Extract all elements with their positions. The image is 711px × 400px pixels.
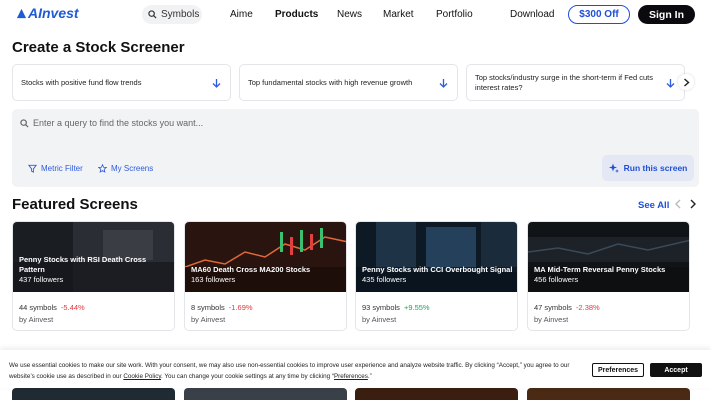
suggestion-text: Top fundamental stocks with high revenue…	[248, 77, 413, 87]
run-screen-button[interactable]: Run this screen	[602, 155, 694, 181]
metric-filter-label: Metric Filter	[41, 164, 83, 173]
query-placeholder: Enter a query to find the stocks you wan…	[33, 118, 204, 128]
promo-button[interactable]: $300 Off	[568, 5, 630, 24]
featured-card[interactable]: MA Mid-Term Reversal Penny Stocks 456 fo…	[527, 221, 690, 331]
card-change: -1.69%	[228, 303, 253, 312]
my-screens-label: My Screens	[111, 164, 154, 173]
card-change: +9.55%	[403, 303, 430, 312]
featured-card[interactable]: Penny Stocks with CCI Overbought Signal …	[355, 221, 518, 331]
cookie-preferences-button[interactable]: Preferences	[592, 363, 644, 377]
logo-icon	[16, 8, 27, 18]
chevron-right-icon	[683, 77, 690, 87]
run-screen-label: Run this screen	[623, 163, 688, 173]
star-icon	[98, 164, 107, 173]
query-input[interactable]: Enter a query to find the stocks you wan…	[20, 118, 203, 128]
ainvest-logo[interactable]: AInvest	[16, 5, 79, 21]
card-followers: 456 followers	[534, 275, 579, 284]
suggestion-text: Stocks with positive fund flow trends	[21, 77, 142, 87]
card-author: by Ainvest	[534, 315, 569, 324]
card-title: MA Mid-Term Reversal Penny Stocks	[534, 265, 666, 274]
metric-filter-button[interactable]: Metric Filter	[28, 164, 83, 173]
card-image	[527, 388, 690, 400]
search-icon	[20, 118, 29, 128]
card-image	[355, 388, 518, 400]
card-author: by Ainvest	[19, 315, 54, 324]
suggestion-card[interactable]: Top stocks/industry surge in the short-t…	[466, 64, 685, 101]
card-symbols: 8 symbols	[191, 303, 225, 312]
page-title: Create a Stock Screener	[12, 39, 185, 56]
card-image	[12, 388, 175, 400]
arrow-down-icon	[666, 79, 675, 88]
arrow-down-icon	[212, 79, 221, 88]
featured-card[interactable]: Penny Stocks with RSI Death Cross Patter…	[12, 221, 175, 331]
featured-title: Featured Screens	[12, 196, 138, 213]
nav-portfolio[interactable]: Portfolio	[436, 9, 473, 20]
suggestion-text: Top stocks/industry surge in the short-t…	[475, 72, 653, 92]
suggestions-next-button[interactable]	[678, 74, 694, 90]
arrow-down-icon	[439, 79, 448, 88]
top-header: AInvest Symbols Aime Products News Marke…	[0, 0, 711, 28]
sparkle-icon	[608, 163, 619, 173]
card-symbols: 93 symbols	[362, 303, 400, 312]
symbol-search[interactable]: Symbols	[142, 5, 202, 24]
nav-products[interactable]: Products	[275, 9, 318, 20]
card-change: -2.38%	[575, 303, 600, 312]
card-symbols: 47 symbols	[534, 303, 572, 312]
card-author: by Ainvest	[191, 315, 226, 324]
search-placeholder: Symbols	[161, 9, 200, 20]
chevron-right-icon[interactable]	[689, 199, 697, 209]
card-followers: 435 followers	[362, 275, 407, 284]
see-all-link[interactable]: See All	[638, 200, 669, 211]
card-image	[184, 388, 347, 400]
query-panel: Enter a query to find the stocks you wan…	[12, 109, 699, 187]
card-followers: 163 followers	[191, 275, 236, 284]
my-screens-button[interactable]: My Screens	[98, 164, 153, 173]
cookie-accept-button[interactable]: Accept	[650, 363, 702, 377]
cookie-policy-link[interactable]: Cookie Policy	[123, 373, 161, 380]
nav-aime[interactable]: Aime	[230, 9, 253, 20]
featured-card[interactable]: MA60 Death Cross MA200 Stocks 163 follow…	[184, 221, 347, 331]
logo-text: AInvest	[28, 5, 79, 21]
card-title: Penny Stocks with RSI Death Cross Patter…	[19, 255, 147, 274]
nav-download[interactable]: Download	[510, 9, 554, 20]
nav-market[interactable]: Market	[383, 9, 414, 20]
cookie-text-part: . You can change your cookie settings at…	[161, 373, 334, 380]
card-title: Penny Stocks with CCI Overbought Signal	[362, 265, 513, 274]
filter-icon	[28, 164, 37, 173]
card-change: -5.44%	[60, 303, 85, 312]
cookie-text-part: .”	[367, 373, 372, 380]
card-title: MA60 Death Cross MA200 Stocks	[191, 265, 311, 274]
suggestion-card[interactable]: Stocks with positive fund flow trends	[12, 64, 231, 101]
card-author: by Ainvest	[362, 315, 397, 324]
card-followers: 437 followers	[19, 275, 64, 284]
chevron-left-icon[interactable]	[674, 199, 682, 209]
suggestion-card[interactable]: Top fundamental stocks with high revenue…	[239, 64, 458, 101]
cookie-message: We use essential cookies to make our sit…	[9, 360, 584, 382]
cookie-banner: We use essential cookies to make our sit…	[0, 350, 711, 388]
cookie-preferences-link[interactable]: Preferences	[334, 373, 368, 380]
nav-news[interactable]: News	[337, 9, 362, 20]
sign-in-button[interactable]: Sign In	[638, 5, 695, 24]
search-icon	[148, 10, 157, 19]
card-symbols: 44 symbols	[19, 303, 57, 312]
